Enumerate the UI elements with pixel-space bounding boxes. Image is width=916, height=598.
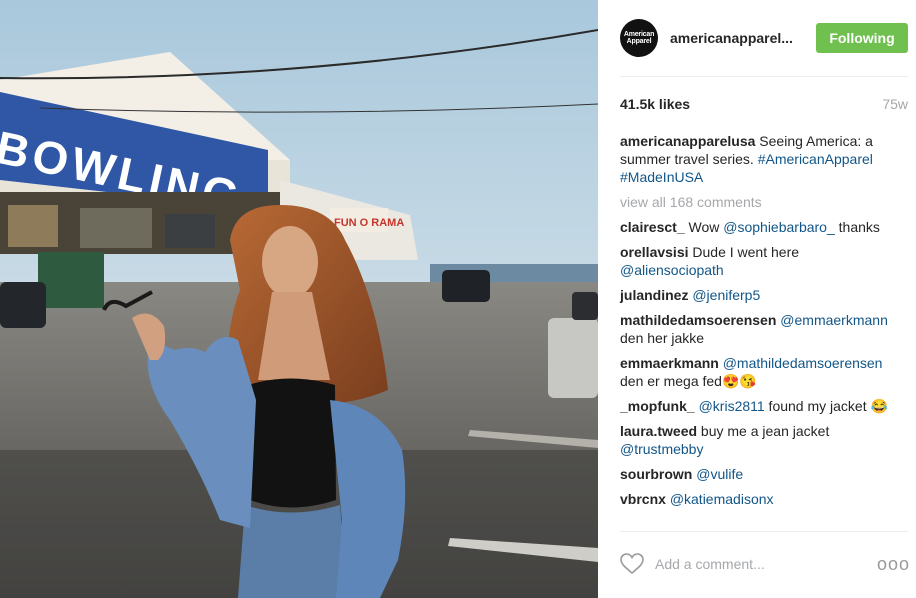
photo-scene: BOWLING FUN O RAMA [0,0,598,598]
comment-username[interactable]: vbrcnx [620,491,666,507]
comment-item: emmaerkmann @mathildedamsoerensen den er… [620,354,892,390]
comment-username[interactable]: laura.tweed [620,423,697,439]
comment-username[interactable]: orellavsisi [620,244,689,260]
post-photo[interactable]: BOWLING FUN O RAMA [0,0,598,598]
likes-count[interactable]: 41.5k likes [620,96,690,112]
comment-mention[interactable]: @vulife [696,466,743,482]
comment-text: Wow [688,219,724,235]
comment-mention[interactable]: @trustmebby [620,441,703,457]
comment-mention[interactable]: @mathildedamsoerensen [723,355,883,371]
post-meta: 41.5k likes 75w [620,96,908,112]
instagram-post-modal: BOWLING FUN O RAMA American Apparel amer… [0,0,916,598]
caption-username[interactable]: americanapparelusa [620,133,755,149]
avatar[interactable]: American Apparel [620,19,658,57]
caption: americanapparelusa Seeing America: a sum… [620,132,892,186]
header-divider [620,76,908,77]
comment-text-after: thanks [834,219,880,235]
comment-text-after: den her jakke [620,330,705,346]
comment-username[interactable]: julandinez [620,287,688,303]
header-username-link[interactable]: americanapparel... [670,30,804,46]
post-timestamp[interactable]: 75w [882,96,908,112]
comment-username[interactable]: emmaerkmann [620,355,719,371]
post-header: American Apparel americanapparel... Foll… [598,0,916,76]
view-all-comments-link[interactable]: view all 168 comments [620,193,892,211]
comment-text-after: den er mega fed😍😘 [620,373,757,389]
following-button[interactable]: Following [816,23,908,53]
comment-item: mathildedamsoerensen @emmaerkmann den he… [620,311,892,347]
comment-text: buy me a jean jacket [700,423,830,439]
comment-item: sourbrown @vulife [620,465,892,483]
footer-divider [620,531,908,532]
comment-text: Dude I went here [692,244,800,260]
comment-item: vbrcnx @katiemadisonx [620,490,892,508]
comment-footer: Add a comment... ooo [620,542,910,586]
heart-icon[interactable] [620,553,644,575]
comment-username[interactable]: clairesct_ [620,219,685,235]
comment-mention[interactable]: @sophiebarbaro_ [723,219,835,235]
comment-mention[interactable]: @kris2811 [699,398,765,414]
comment-mention[interactable]: @emmaerkmann [780,312,888,328]
comment-item: julandinez @jeniferp5 [620,286,892,304]
add-comment-input[interactable]: Add a comment... [655,556,877,572]
fun-o-rama-sign-text: FUN O RAMA [334,217,404,229]
post-sidebar: American Apparel americanapparel... Foll… [598,0,916,598]
avatar-text-line1: American [623,31,655,38]
comment-text-after: found my jacket 😂 [764,398,888,414]
comment-item: laura.tweed buy me a jean jacket @trustm… [620,422,892,458]
comment-mention[interactable]: @katiemadisonx [670,491,774,507]
comment-username[interactable]: sourbrown [620,466,692,482]
comment-mention[interactable]: @jeniferp5 [692,287,760,303]
comment-item: clairesct_ Wow @sophiebarbaro_ thanks [620,218,892,236]
comment-mention[interactable]: @aliensociopath [620,262,724,278]
avatar-text-line2: Apparel [626,38,652,45]
comment-item: _mopfunk_ @kris2811 found my jacket 😂 [620,397,892,415]
more-options-icon[interactable]: ooo [877,555,910,573]
comment-item: orellavsisi Dude I went here @aliensocio… [620,243,892,279]
comment-list: americanapparelusa Seeing America: a sum… [620,132,892,515]
comment-username[interactable]: mathildedamsoerensen [620,312,776,328]
comment-username[interactable]: _mopfunk_ [620,398,695,414]
